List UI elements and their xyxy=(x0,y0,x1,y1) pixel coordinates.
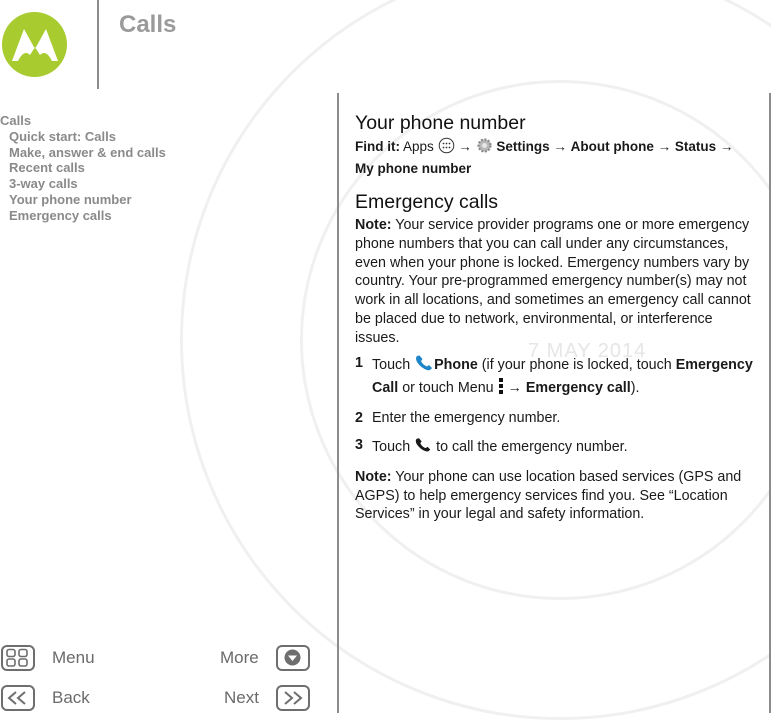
settings-gear-icon xyxy=(476,137,493,159)
step-number: 1 xyxy=(355,354,363,371)
menu-button[interactable] xyxy=(1,645,35,671)
more-label[interactable]: More xyxy=(220,648,259,668)
section-heading-your-phone-number: Your phone number xyxy=(355,112,526,134)
step-number: 2 xyxy=(355,410,363,427)
page-title: Calls xyxy=(119,11,177,38)
step-text-end: ). xyxy=(630,380,640,397)
arrow: → xyxy=(458,139,476,154)
toc-item-your-phone-number[interactable]: Your phone number xyxy=(0,192,166,208)
step-text: Touch Phone (if your phone is locked, to… xyxy=(372,354,753,402)
back-label[interactable]: Back xyxy=(52,688,90,708)
my-phone-number-label: My phone number xyxy=(355,161,472,176)
apps-label: Apps xyxy=(403,139,438,154)
column-divider-left xyxy=(337,93,339,713)
double-chevron-right-icon xyxy=(284,691,303,705)
note-text: Your phone can use location based servic… xyxy=(355,468,742,523)
arrow: → xyxy=(553,139,571,154)
step-number: 3 xyxy=(355,436,363,453)
menu-grid-icon xyxy=(6,648,28,667)
step-text: Enter the emergency number. xyxy=(372,410,561,427)
phone-label: Phone xyxy=(434,356,478,373)
motorola-m-icon xyxy=(12,29,58,61)
motorola-logo xyxy=(2,12,67,77)
menu-label[interactable]: Menu xyxy=(52,648,95,668)
toc-item-recent-calls[interactable]: Recent calls xyxy=(0,160,166,176)
arrow: → xyxy=(719,139,734,154)
double-chevron-left-icon xyxy=(7,691,26,705)
toc-item-quick-start[interactable]: Quick start: Calls xyxy=(0,129,166,145)
find-it-path: Find it: Apps → Settings → About phone →… xyxy=(355,137,753,178)
step-2: 2 Enter the emergency number. xyxy=(355,409,753,428)
more-button[interactable] xyxy=(276,645,310,671)
back-button[interactable] xyxy=(1,685,35,711)
toc-item-emergency-calls[interactable]: Emergency calls xyxy=(0,208,166,224)
main-content: Your phone number Find it: Apps → Settin… xyxy=(355,111,753,528)
or-menu-text: or touch Menu xyxy=(398,380,498,397)
touch-text: Touch xyxy=(372,356,415,373)
step-text-mid: (if your phone is locked, touch xyxy=(477,356,676,373)
toc-item-3-way-calls[interactable]: 3-way calls xyxy=(0,176,166,192)
location-note: Note: Your phone can use location based … xyxy=(355,468,753,524)
status-label: Status xyxy=(674,139,717,154)
emergency-note: Note: Your service provider programs one… xyxy=(355,216,753,348)
toc-item-make-answer-end[interactable]: Make, answer & end calls xyxy=(0,145,166,161)
next-label[interactable]: Next xyxy=(224,688,259,708)
arrow: → xyxy=(657,139,675,154)
section-heading-emergency-calls: Emergency calls xyxy=(355,191,499,213)
step-text: Touch to call the emergency number. xyxy=(372,436,628,460)
table-of-contents: Calls Quick start: Calls Make, answer & … xyxy=(0,113,166,224)
step-1: 1 Touch Phone (if your phone is locked, … xyxy=(355,354,753,402)
apps-icon xyxy=(438,137,455,159)
next-button[interactable] xyxy=(276,685,310,711)
note-label: Note: xyxy=(355,217,392,233)
toc-heading[interactable]: Calls xyxy=(0,113,166,129)
settings-label: Settings xyxy=(496,139,550,154)
step-3: 3 Touch to call the emergency number. xyxy=(355,436,753,460)
phone-icon xyxy=(414,354,434,378)
find-it-label: Find it: xyxy=(355,139,400,154)
about-phone-label: About phone xyxy=(570,139,654,154)
note-text: Your service provider programs one or mo… xyxy=(355,217,751,346)
note-label: Note: xyxy=(355,468,392,485)
header-divider xyxy=(97,0,99,89)
chevron-down-circle-icon xyxy=(284,649,301,666)
arrow: → xyxy=(503,380,526,397)
emergency-call-label-2: Emergency call xyxy=(525,380,631,397)
step-text-rest: to call the emergency number. xyxy=(432,438,628,455)
call-icon xyxy=(414,436,432,460)
touch-text: Touch xyxy=(372,438,415,455)
